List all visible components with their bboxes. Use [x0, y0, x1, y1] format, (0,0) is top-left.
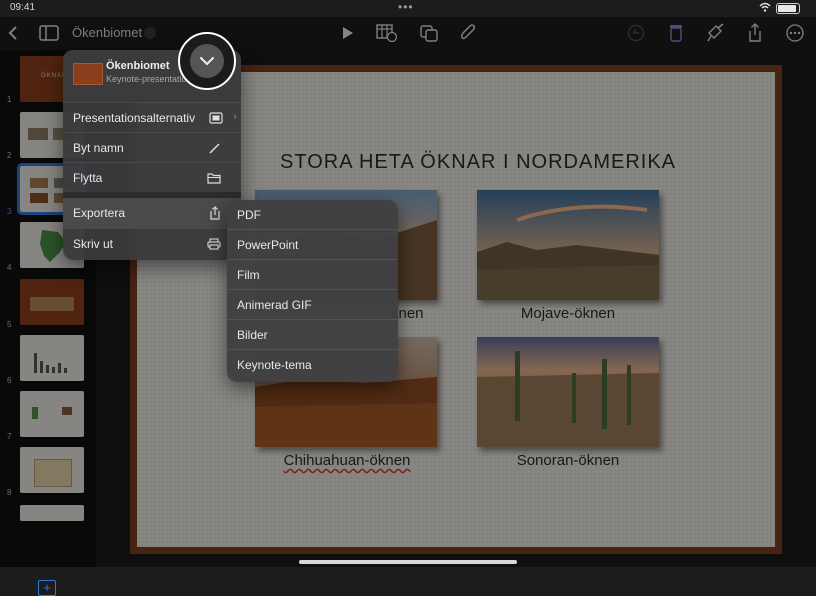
mojave-photo[interactable]	[477, 190, 659, 300]
export-option-label: Bilder	[237, 328, 268, 342]
menu-item-export[interactable]: Exportera	[63, 198, 241, 228]
document-menu-chevron-button[interactable]	[178, 32, 236, 90]
chevron-down-icon[interactable]	[144, 27, 156, 39]
slide-number: 2	[7, 151, 12, 160]
plus-icon: +	[43, 580, 51, 595]
menu-item-label: Byt namn	[73, 141, 124, 155]
export-option-powerpoint[interactable]: PowerPoint	[227, 230, 398, 260]
caption-mojave[interactable]: Mojave-öknen	[468, 305, 668, 322]
slide-number: 3	[7, 207, 12, 216]
export-option-label: Animerad GIF	[237, 298, 312, 312]
caption-sonoran[interactable]: Sonoran-öknen	[468, 452, 668, 469]
sidebar-icon[interactable]	[38, 17, 60, 49]
status-time: 09:41	[10, 2, 36, 13]
play-icon[interactable]	[338, 17, 358, 49]
slide-number: 5	[7, 320, 12, 329]
slide-number: 1	[7, 95, 12, 104]
export-option-animated-gif[interactable]: Animerad GIF	[227, 290, 398, 320]
slide-number: 4	[7, 263, 12, 272]
slide-thumbnail[interactable]	[20, 391, 84, 437]
menu-doc-name: Ökenbiomet	[106, 60, 170, 72]
more-icon[interactable]	[784, 17, 806, 49]
multitask-dots-icon[interactable]: •••	[398, 0, 414, 14]
slide-thumbnail[interactable]	[20, 279, 84, 325]
slide-thumbnail[interactable]	[20, 505, 84, 521]
chevron-right-icon: ›	[233, 111, 237, 123]
battery-icon	[776, 3, 800, 14]
menu-item-rename[interactable]: Byt namn	[63, 132, 241, 162]
export-option-label: PDF	[237, 208, 261, 222]
folder-icon	[207, 171, 221, 189]
menu-item-label: Skriv ut	[73, 237, 114, 251]
home-indicator[interactable]	[299, 560, 517, 564]
document-thumbnail	[73, 63, 103, 85]
add-slide-button[interactable]: +	[38, 580, 56, 596]
trash-icon[interactable]	[666, 17, 686, 49]
caption-chihuahuan[interactable]: Chihuahuan-öknen	[247, 452, 447, 469]
share-icon[interactable]	[745, 17, 765, 49]
menu-item-print[interactable]: Skriv ut	[63, 228, 241, 258]
menu-item-move[interactable]: Flytta	[63, 162, 241, 192]
status-bar: 09:41 •••	[0, 0, 816, 16]
export-option-pdf[interactable]: PDF	[227, 200, 398, 230]
menu-item-presentation-options[interactable]: Presentationsalternativ ›	[63, 102, 241, 132]
slide-number: 7	[7, 432, 12, 441]
slide-thumbnail[interactable]	[20, 335, 84, 381]
slide-title[interactable]: STORA HETA ÖKNAR I NORDAMERIKA	[280, 151, 676, 174]
export-option-label: PowerPoint	[237, 238, 299, 252]
export-option-images[interactable]: Bilder	[227, 320, 398, 350]
menu-item-label: Flytta	[73, 171, 103, 185]
slide-number: 6	[7, 376, 12, 385]
printer-icon	[207, 237, 221, 255]
wifi-icon	[759, 2, 771, 15]
export-option-keynote-theme[interactable]: Keynote-tema	[227, 350, 398, 380]
slide-number: 8	[7, 488, 12, 497]
toolbar: Ökenbiomet	[0, 17, 816, 49]
export-option-movie[interactable]: Film	[227, 260, 398, 290]
attachment-icon[interactable]	[458, 17, 478, 49]
presentation-icon	[209, 111, 223, 129]
menu-doc-kind: Keynote-presentation	[106, 74, 192, 84]
table-icon[interactable]	[375, 17, 399, 49]
menu-item-label: Presentationsalternativ	[73, 111, 196, 125]
export-option-label: Film	[237, 268, 260, 282]
menu-item-label: Exportera	[73, 206, 126, 220]
export-option-label: Keynote-tema	[237, 358, 312, 372]
export-submenu: PDF PowerPoint Film Animerad GIF Bilder …	[227, 200, 398, 382]
chevron-down-icon	[190, 44, 224, 78]
shapes-icon[interactable]	[418, 17, 440, 49]
format-brush-icon[interactable]	[705, 17, 727, 49]
sonoran-photo[interactable]	[477, 337, 659, 447]
document-title[interactable]: Ökenbiomet	[72, 25, 142, 40]
pencil-icon	[209, 141, 221, 159]
undo-icon[interactable]	[626, 17, 646, 49]
back-icon[interactable]	[4, 17, 22, 49]
slide-thumbnail[interactable]	[20, 447, 84, 493]
share-icon	[209, 206, 221, 225]
